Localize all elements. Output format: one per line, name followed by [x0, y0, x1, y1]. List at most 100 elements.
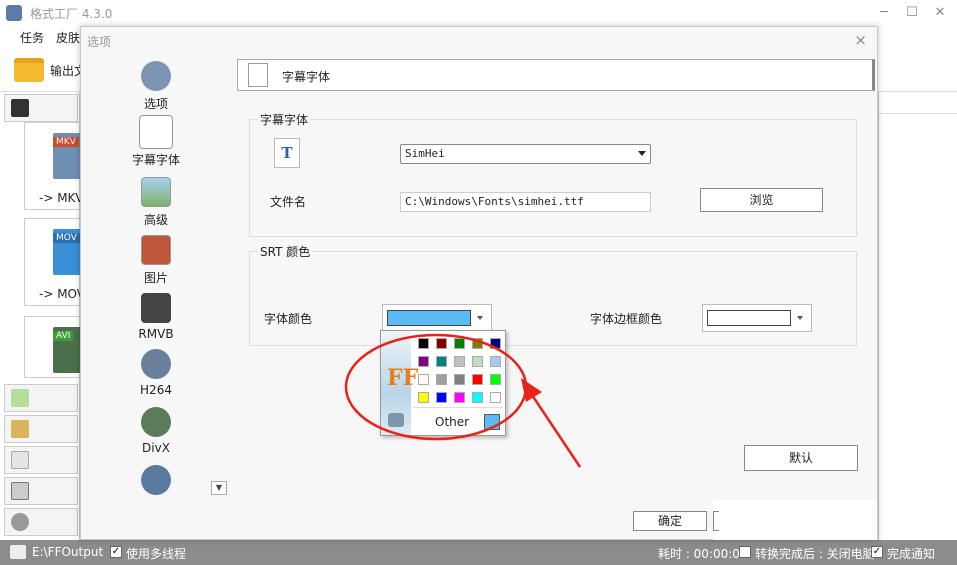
palette-swatch[interactable] [436, 392, 447, 403]
landscape-icon [141, 177, 171, 207]
nav-label: DivX [142, 441, 170, 455]
font-select-value: SimHei [405, 147, 445, 160]
nav-item-divx[interactable]: DivX [129, 407, 183, 455]
app-title: 格式工厂 4.3.0 [30, 7, 113, 21]
cancel-button-edge[interactable] [713, 511, 719, 531]
dialog-close-icon[interactable]: × [854, 31, 867, 49]
nav-item-h264[interactable]: H264 [129, 349, 183, 397]
category-tab-tools[interactable] [4, 508, 78, 536]
format-tile-mkv[interactable]: MKV -> MKV [24, 122, 84, 210]
mov-tag: MOV [53, 233, 80, 243]
palette-swatch[interactable] [436, 338, 447, 349]
palette-swatch[interactable] [436, 356, 447, 367]
category-tab-video[interactable] [4, 94, 78, 122]
drive-icon [11, 482, 29, 500]
menu-skin[interactable]: 皮肤 [56, 29, 80, 46]
palette-swatch[interactable] [418, 374, 429, 385]
srt-color-group: SRT 颜色 字体颜色 字体边框颜色 [249, 243, 857, 346]
color-palette-popup: FF Other [380, 330, 506, 436]
nav-label: 图片 [143, 271, 168, 285]
palette-divider [413, 407, 503, 408]
options-dialog: 选项 × 选项 字幕字体 高级 图片 RMVB H264 DivX ▼ 字幕字体… [80, 26, 878, 540]
palette-swatch[interactable] [454, 338, 465, 349]
menu-task[interactable]: 任务 [20, 29, 44, 46]
maximize-icon[interactable]: ☐ [902, 4, 922, 22]
nav-item-more[interactable] [129, 465, 183, 495]
border-color-swatch [707, 310, 791, 326]
avi-tag: AVI [53, 331, 74, 341]
subtitle-document-icon [248, 63, 268, 87]
border-color-picker[interactable] [702, 304, 812, 332]
font-color-picker[interactable] [382, 304, 492, 332]
nav-item-rmvb[interactable]: RMVB [129, 293, 183, 341]
palette-swatch[interactable] [418, 392, 429, 403]
elapsed-time: 耗时 : 00:00:00 [658, 547, 748, 561]
category-tab-audio[interactable] [4, 384, 78, 412]
nav-item-advanced[interactable]: 高级 [129, 177, 183, 228]
multithread-checkbox[interactable]: ✓ [110, 546, 122, 558]
font-icon: T [274, 138, 300, 168]
category-tab-document[interactable] [4, 446, 78, 474]
format-label-mov: -> MOV [39, 287, 85, 301]
category-tab-picture[interactable] [4, 415, 78, 443]
film-reel-icon [388, 413, 404, 427]
format-tile-mov[interactable]: MOV -> MOV [24, 218, 85, 306]
border-color-label: 字体边框颜色 [590, 312, 663, 326]
file-name-field[interactable]: C:\Windows\Fonts\simhei.ttf [400, 192, 651, 212]
app-logo-icon [6, 5, 22, 21]
other-color-swatch[interactable] [484, 414, 500, 430]
minimize-icon[interactable]: ─ [874, 4, 894, 22]
palette-swatch[interactable] [454, 374, 465, 385]
format-factory-logo: FF [387, 365, 419, 391]
close-icon[interactable]: ✕ [930, 4, 950, 22]
task-area-header [879, 92, 957, 114]
nav-label: RMVB [138, 327, 174, 341]
palette-swatch[interactable] [436, 374, 447, 385]
mkv-tag: MKV [53, 137, 79, 147]
after-convert-checkbox[interactable] [739, 546, 751, 558]
picture-icon [11, 420, 29, 438]
main-titlebar: 格式工厂 4.3.0 ─ ☐ ✕ [0, 0, 957, 26]
format-label-mkv: -> MKV [39, 191, 84, 205]
nav-scroll-down-icon[interactable]: ▼ [211, 481, 227, 495]
film-reel-icon [141, 61, 171, 91]
palette-swatch[interactable] [454, 356, 465, 367]
palette-swatch[interactable] [418, 356, 429, 367]
palette-swatch[interactable] [472, 374, 483, 385]
format-tile-avi[interactable]: AVI [24, 316, 81, 378]
painting-icon [141, 235, 171, 265]
output-path[interactable]: E:\FFOutput [32, 545, 103, 559]
group-title: 字幕字体 [258, 111, 311, 128]
nav-item-subtitle-font[interactable]: 字幕字体 [129, 115, 183, 168]
palette-swatch[interactable] [490, 356, 501, 367]
output-folder-icon[interactable] [14, 58, 44, 82]
palette-swatch[interactable] [418, 338, 429, 349]
nav-item-picture[interactable]: 图片 [129, 235, 183, 286]
palette-swatch[interactable] [472, 392, 483, 403]
palette-swatch[interactable] [490, 392, 501, 403]
page-header: 字幕字体 [237, 59, 875, 91]
palette-swatch[interactable] [490, 374, 501, 385]
category-tab-rom[interactable] [4, 477, 78, 505]
default-button[interactable]: 默认 [744, 445, 858, 471]
nav-label: H264 [140, 383, 172, 397]
clapper-icon [141, 293, 171, 323]
palette-swatch[interactable] [490, 338, 501, 349]
ok-button[interactable]: 确定 [633, 511, 707, 531]
other-color-label[interactable]: Other [435, 415, 469, 429]
nav-label: 字幕字体 [131, 153, 180, 167]
palette-swatch[interactable] [472, 338, 483, 349]
chevron-down-icon [638, 151, 646, 156]
palette-swatch[interactable] [472, 356, 483, 367]
palette-side-strip: FF [381, 331, 418, 435]
font-select[interactable]: SimHei [400, 144, 651, 164]
palette-swatch[interactable] [454, 392, 465, 403]
film-reel-icon [141, 407, 171, 437]
nav-item-options[interactable]: 选项 [129, 61, 183, 112]
dialog-title: 选项 [87, 35, 112, 49]
group-title: SRT 颜色 [258, 243, 313, 260]
subtitle-document-icon [139, 115, 173, 149]
statusbar: E:\FFOutput ✓ 使用多线程 耗时 : 00:00:00 转换完成后 … [0, 540, 957, 565]
browse-button[interactable]: 浏览 [700, 188, 823, 212]
notify-checkbox[interactable]: ✓ [871, 546, 883, 558]
